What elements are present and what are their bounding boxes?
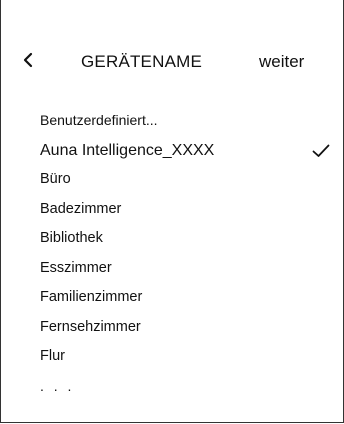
list-item-label: Bibliothek <box>40 230 103 246</box>
list-item-bibliothek[interactable]: Bibliothek <box>40 229 332 259</box>
list-item-buero[interactable]: Büro <box>40 170 332 200</box>
more-ellipsis: . . . <box>40 377 75 394</box>
list-item-custom[interactable]: Benutzerdefiniert... <box>40 111 332 141</box>
list-item-esszimmer[interactable]: Esszimmer <box>40 259 332 289</box>
list-item-label: Esszimmer <box>40 259 112 276</box>
chevron-left-icon <box>22 52 34 73</box>
list-item-more[interactable]: . . . <box>40 377 332 407</box>
list-item-label: Büro <box>40 171 71 187</box>
room-name-list: Benutzerdefiniert... Auna Intelligence_X… <box>40 111 332 406</box>
header-bar: GERÄTENAME weiter <box>1 44 343 80</box>
list-item-label: Benutzerdefiniert... <box>40 112 158 128</box>
next-button[interactable]: weiter <box>259 52 304 72</box>
list-item-label: Badezimmer <box>40 200 122 217</box>
list-item-fernsehzimmer[interactable]: Fernsehzimmer <box>40 318 332 348</box>
list-item-familienzimmer[interactable]: Familienzimmer <box>40 288 332 318</box>
checkmark-icon <box>312 144 330 158</box>
list-item-label: Flur <box>40 348 65 364</box>
device-name-screen: GERÄTENAME weiter Benutzerdefiniert... A… <box>0 0 344 423</box>
list-item-badezimmer[interactable]: Badezimmer <box>40 200 332 230</box>
back-button[interactable] <box>17 50 39 74</box>
list-item-auna-intelligence[interactable]: Auna Intelligence_XXXX <box>40 141 332 171</box>
page-title: GERÄTENAME <box>81 52 203 71</box>
list-item-flur[interactable]: Flur <box>40 347 332 377</box>
list-item-label: Fernsehzimmer <box>40 318 141 335</box>
list-item-label: Familienzimmer <box>40 289 143 305</box>
list-item-label: Auna Intelligence_XXXX <box>40 141 215 159</box>
